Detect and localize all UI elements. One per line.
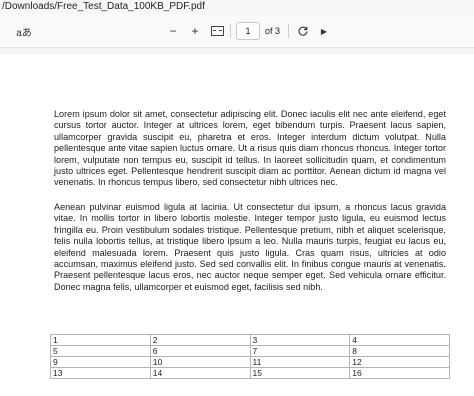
plus-icon: + bbox=[191, 24, 199, 38]
table-cell: 14 bbox=[149, 367, 251, 379]
table-row: 13 14 15 16 bbox=[50, 367, 450, 379]
table-cell: 11 bbox=[249, 356, 351, 368]
table-cell: 16 bbox=[349, 367, 450, 379]
paragraph: Aenean pulvinar euismod ligula at lacini… bbox=[54, 202, 446, 292]
page-number-input[interactable] bbox=[236, 22, 260, 40]
table-row: 9 10 11 12 bbox=[50, 356, 450, 368]
rotate-icon bbox=[298, 26, 308, 36]
document-viewer[interactable]: Lorem ipsum dolor sit amet, consectetur … bbox=[0, 48, 474, 396]
rotate-button[interactable] bbox=[295, 22, 311, 40]
data-table: 1 2 3 4 5 6 7 8 9 10 11 12 13 14 15 16 bbox=[50, 334, 450, 379]
paragraph: Lorem ipsum dolor sit amet, consectetur … bbox=[54, 109, 446, 188]
read-aloud-icon: aあ bbox=[16, 27, 32, 39]
fit-page-icon bbox=[210, 26, 224, 36]
table-cell: 2 bbox=[149, 334, 251, 346]
pdf-page: Lorem ipsum dolor sit amet, consectetur … bbox=[0, 54, 474, 396]
table-cell: 10 bbox=[149, 356, 251, 368]
toolbar-divider bbox=[288, 24, 289, 38]
table-cell: 6 bbox=[149, 345, 251, 357]
table-cell: 5 bbox=[50, 345, 151, 357]
table-cell: 12 bbox=[349, 356, 450, 368]
table-row: 5 6 7 8 bbox=[50, 345, 450, 357]
table-row: 1 2 3 4 bbox=[50, 334, 450, 346]
zoom-in-button[interactable]: + bbox=[188, 22, 202, 40]
read-aloud-button[interactable]: aあ bbox=[15, 22, 33, 40]
table-cell: 9 bbox=[50, 356, 151, 368]
table-cell: 15 bbox=[249, 367, 351, 379]
window-title: /Downloads/Free_Test_Data_100KB_PDF.pdf bbox=[0, 0, 474, 14]
table-cell: 8 bbox=[349, 345, 450, 357]
page-count-label: of 3 bbox=[265, 26, 281, 36]
collapse-button[interactable]: ▶ bbox=[318, 22, 330, 40]
table-cell: 4 bbox=[349, 334, 450, 346]
toolbar-divider bbox=[230, 24, 231, 38]
minus-icon: − bbox=[169, 24, 177, 38]
table-cell: 7 bbox=[249, 345, 351, 357]
table-cell: 3 bbox=[249, 334, 351, 346]
table-cell: 13 bbox=[50, 367, 151, 379]
fit-page-button[interactable] bbox=[209, 22, 225, 40]
zoom-out-button[interactable]: − bbox=[166, 22, 180, 40]
chevron-icon: ▶ bbox=[320, 26, 328, 36]
table-cell: 1 bbox=[50, 334, 151, 346]
pdf-toolbar: aあ − + of 3 ▶ bbox=[0, 14, 474, 48]
